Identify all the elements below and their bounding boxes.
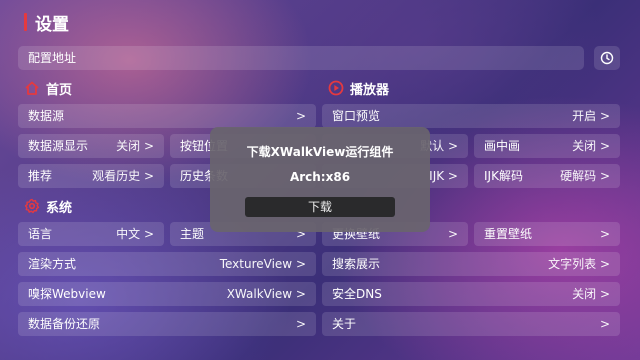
row-value: 关闭 >: [572, 139, 610, 153]
dialog-title: 下载XWalkView运行组件: [246, 145, 394, 159]
row-value: >: [447, 227, 458, 241]
row-value: >: [295, 317, 306, 331]
gear-icon: [24, 198, 40, 214]
page-title-text: 设置: [35, 14, 69, 35]
download-button[interactable]: 下载: [245, 197, 395, 217]
section-player-heading: 播放器: [350, 82, 390, 98]
row-value: >: [295, 109, 306, 123]
section-player: 播放器: [328, 78, 389, 98]
row-value: TextureView >: [219, 257, 306, 271]
section-system: 系统: [24, 196, 72, 216]
row-value: 关闭 >: [116, 139, 154, 153]
player-row-window-preview[interactable]: 窗口预览 开启 >: [322, 104, 620, 128]
row-label: 嗅探Webview: [28, 287, 106, 301]
row-value: 中文 >: [116, 227, 154, 241]
system-row-reset-wallpaper[interactable]: 重置壁纸 >: [474, 222, 620, 246]
system-row-render-mode[interactable]: 渲染方式 TextureView >: [18, 252, 316, 276]
row-label: 画中画: [484, 139, 521, 153]
row-value: 文字列表 >: [548, 257, 610, 271]
system-row-sniff-webview[interactable]: 嗅探Webview XWalkView >: [18, 282, 316, 306]
row-label: 关于: [332, 317, 357, 331]
row-value: IJK >: [429, 169, 458, 183]
dialog-arch: Arch:x86: [289, 170, 351, 184]
row-label: 数据源: [28, 109, 65, 123]
system-row-secure-dns[interactable]: 安全DNS 关闭 >: [322, 282, 620, 306]
section-home: 首页: [24, 78, 72, 98]
system-row-about[interactable]: 关于 >: [322, 312, 620, 336]
system-row-language[interactable]: 语言 中文 >: [18, 222, 164, 246]
player-row-ijk-decode[interactable]: IJK解码 硬解码 >: [474, 164, 620, 188]
row-value: XWalkView >: [226, 287, 306, 301]
row-label: 推荐: [28, 169, 53, 183]
row-value: 开启 >: [572, 109, 610, 123]
row-label: IJK解码: [484, 169, 523, 183]
section-system-heading: 系统: [46, 200, 73, 216]
player-row-pip[interactable]: 画中画 关闭 >: [474, 134, 620, 158]
row-label: 渲染方式: [28, 257, 77, 271]
row-value: >: [599, 317, 610, 331]
row-label: 主题: [180, 227, 205, 241]
row-label: 安全DNS: [332, 287, 382, 301]
play-circle-icon: [328, 80, 344, 96]
system-row-search-display[interactable]: 搜索展示 文字列表 >: [322, 252, 620, 276]
row-label: 数据源显示: [28, 139, 89, 153]
title-accent-bar: [24, 13, 27, 31]
download-dialog: 下载XWalkView运行组件 Arch:x86 下载: [210, 127, 430, 232]
home-row-datasource-display[interactable]: 数据源显示 关闭 >: [18, 134, 164, 158]
row-label: 窗口预览: [332, 109, 381, 123]
row-value: 观看历史 >: [92, 169, 154, 183]
row-label: 语言: [28, 227, 53, 241]
history-icon: [600, 51, 614, 65]
config-address-field[interactable]: 配置地址: [18, 46, 584, 70]
system-row-backup-restore[interactable]: 数据备份还原 >: [18, 312, 316, 336]
section-home-heading: 首页: [46, 82, 73, 98]
row-value: >: [599, 227, 610, 241]
row-label: 数据备份还原: [28, 317, 101, 331]
row-value: 关闭 >: [572, 287, 610, 301]
home-icon: [24, 80, 40, 96]
row-value: 硬解码 >: [560, 169, 610, 183]
history-button[interactable]: [594, 46, 620, 70]
home-row-recommend[interactable]: 推荐 观看历史 >: [18, 164, 164, 188]
home-row-datasource[interactable]: 数据源 >: [18, 104, 316, 128]
row-label: 重置壁纸: [484, 227, 533, 241]
row-label: 搜索展示: [332, 257, 381, 271]
page-title: 设置: [24, 10, 69, 35]
